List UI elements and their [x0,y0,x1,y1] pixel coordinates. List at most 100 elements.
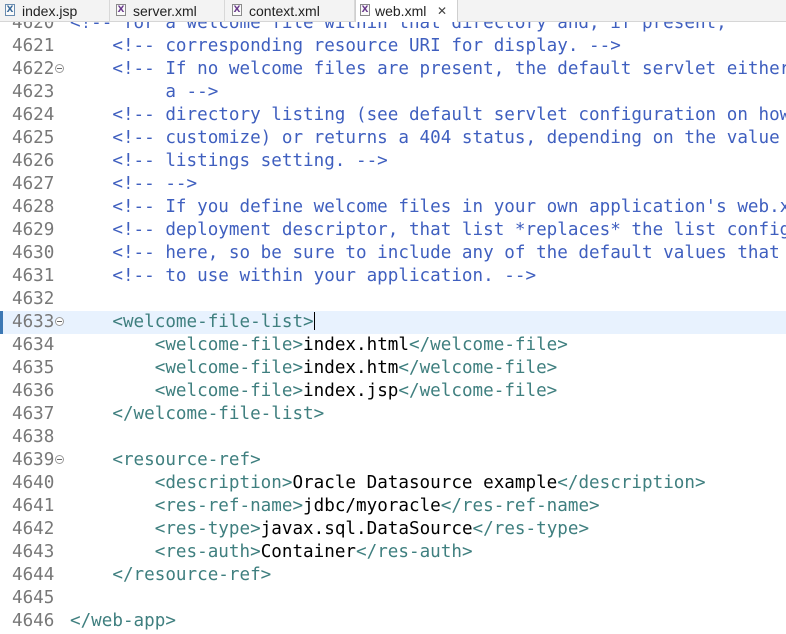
xml-text [70,496,155,516]
tab-label: web.xml [375,3,427,19]
code-text: </welcome-file-list> [70,403,324,426]
line-number: 4625 [12,128,55,148]
code-line[interactable]: 4634 <welcome-file>index.html</welcome-f… [0,334,786,357]
tab-server-xml[interactable]: X server.xml [110,0,225,22]
xml-tag: <welcome-file> [154,381,304,401]
line-number: 4646 [12,611,55,631]
xml-comment: <!-- If you define welcome files in your… [70,197,786,217]
line-number: 4639 [12,450,55,470]
code-line[interactable]: 4637 </welcome-file-list> [0,403,786,426]
xml-file-icon: X [360,4,370,16]
xml-text [70,450,112,470]
line-number: 4623 [12,82,55,102]
tab-context-xml[interactable]: X context.xml [225,0,355,22]
code-line[interactable]: 4622 <!-- If no welcome files are presen… [0,58,786,81]
code-line[interactable]: 4629 <!-- deployment descriptor, that li… [0,219,786,242]
code-text: <res-type>javax.sql.DataSource</res-type… [70,518,589,541]
line-number: 4631 [12,266,55,286]
xml-comment: <!-- directory listing (see default serv… [70,105,786,125]
line-number: 4630 [12,243,55,263]
xml-text [70,565,112,585]
code-line[interactable]: 4626 <!-- listings setting. --> [0,150,786,173]
code-line-current[interactable]: 4633 <welcome-file-list> [0,311,786,334]
fold-collapse-icon[interactable] [55,317,64,326]
tab-label: context.xml [249,3,320,19]
code-line[interactable]: 4630 <!-- here, so be sure to include an… [0,242,786,265]
xml-tag: </welcome-file> [408,335,568,355]
code-editor[interactable]: 4620 <!-- for a welcome file within that … [0,22,786,634]
line-number: 4644 [12,565,55,585]
text-caret [313,312,315,330]
line-number: 4622 [12,59,55,79]
xml-tag: </welcome-file-list> [112,404,325,424]
xml-comment: <!-- to use within your application. --> [70,266,537,286]
code-text: </resource-ref> [70,564,271,587]
xml-comment: <!-- deployment descriptor, that list *r… [70,220,786,240]
xml-text: index.html [303,335,409,355]
code-line[interactable]: 4644 </resource-ref> [0,564,786,587]
line-number: 4645 [12,588,55,608]
xml-text [70,542,155,562]
code-line[interactable]: 4631 <!-- to use within your application… [0,265,786,288]
tab-label: index.jsp [22,3,78,19]
xml-tag: <welcome-file-list> [112,312,314,332]
xml-text [70,381,155,401]
xml-text [70,335,155,355]
code-line[interactable]: 4645 [0,587,786,610]
code-line[interactable]: 4643 <res-auth>Container</res-auth> [0,541,786,564]
jsp-file-icon: X [5,4,15,16]
close-icon[interactable]: ✕ [437,0,447,22]
line-number: 4632 [12,289,55,309]
xml-text [70,404,112,424]
code-line[interactable]: 4636 <welcome-file>index.jsp</welcome-fi… [0,380,786,403]
code-line[interactable]: 4640 <description>Oracle Datasource exam… [0,472,786,495]
code-text: <description>Oracle Datasource example</… [70,472,706,495]
code-text: <!-- here, so be sure to include any of … [70,242,786,265]
xml-comment: <!-- for a welcome file within that dire… [70,22,727,33]
xml-text [70,312,112,332]
xml-comment: <!-- --> [70,174,198,194]
code-line[interactable]: 4638 [0,426,786,449]
code-line[interactable]: 4625 <!-- customize) or returns a 404 st… [0,127,786,150]
code-line[interactable]: 4627 <!-- --> [0,173,786,196]
fold-collapse-icon[interactable] [55,455,64,464]
code-line[interactable]: 4635 <welcome-file>index.htm</welcome-fi… [0,357,786,380]
xml-file-icon: X [232,4,242,16]
tab-label: server.xml [133,3,197,19]
xml-comment: a --> [70,82,219,102]
code-line[interactable]: 4623 a --> [0,81,786,104]
line-number: 4640 [12,473,55,493]
line-number: 4628 [12,197,55,217]
xml-tag: <res-auth> [154,542,261,562]
code-text: <!-- corresponding resource URI for disp… [70,35,621,58]
code-line[interactable]: 4641 <res-ref-name>jdbc/myoracle</res-re… [0,495,786,518]
xml-tag: </welcome-file> [398,358,558,378]
line-number: 4643 [12,542,55,562]
code-text: <res-ref-name>jdbc/myoracle</res-ref-nam… [70,495,600,518]
xml-tag: <res-ref-name> [154,496,304,516]
tab-index-jsp[interactable]: X index.jsp [0,0,110,22]
xml-tag: </welcome-file> [398,381,558,401]
code-line[interactable]: 4620 <!-- for a welcome file within that … [0,22,786,35]
line-number: 4635 [12,358,55,378]
xml-file-icon: X [116,4,126,16]
xml-text: Container [260,542,357,562]
code-text: a --> [70,81,218,104]
fold-collapse-icon[interactable] [55,64,64,73]
xml-tag: <description> [154,473,293,493]
code-line[interactable]: 4646 </web-app> [0,610,786,633]
line-number: 4620 [12,22,55,33]
code-text: <!-- directory listing (see default serv… [70,104,786,127]
code-line[interactable]: 4642 <res-type>javax.sql.DataSource</res… [0,518,786,541]
xml-comment: <!-- customize) or returns a 404 status,… [70,128,786,148]
code-line[interactable]: 4628 <!-- If you define welcome files in… [0,196,786,219]
code-line[interactable]: 4624 <!-- directory listing (see default… [0,104,786,127]
code-line[interactable]: 4639 <resource-ref> [0,449,786,472]
code-line[interactable]: 4632 [0,288,786,311]
xml-tag: </res-type> [472,519,590,539]
xml-tag: <resource-ref> [112,450,261,470]
tab-web-xml[interactable]: X web.xml ✕ [355,0,458,22]
current-line-marker [0,311,3,334]
code-line[interactable]: 4621 <!-- corresponding resource URI for… [0,35,786,58]
xml-comment: <!-- corresponding resource URI for disp… [70,36,621,56]
